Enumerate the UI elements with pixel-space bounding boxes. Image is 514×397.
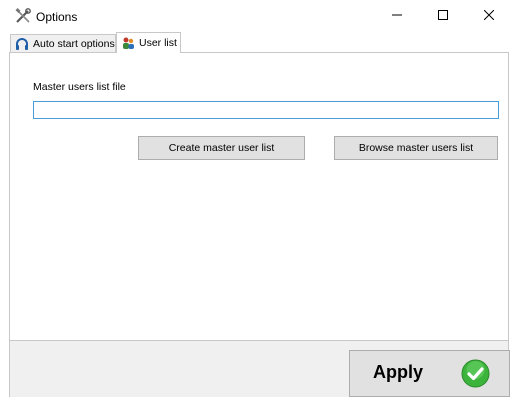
minimize-icon <box>392 7 402 25</box>
tab-label: Auto start options <box>33 37 115 50</box>
apply-label: Apply <box>373 362 424 382</box>
maximize-button[interactable] <box>420 0 466 32</box>
minimize-button[interactable] <box>374 0 420 32</box>
tab-user-list[interactable]: User list <box>116 32 181 53</box>
options-window: Options Auto start options User list Mas… <box>0 0 514 397</box>
maximize-icon <box>438 7 448 25</box>
tools-icon <box>15 8 31 24</box>
tab-label: User list <box>139 37 177 49</box>
close-icon <box>483 7 495 25</box>
users-icon <box>121 36 135 50</box>
master-file-input[interactable] <box>33 101 499 119</box>
tab-auto-start-options[interactable]: Auto start options <box>10 34 116 52</box>
browse-master-list-button[interactable]: Browse master users list <box>334 136 498 160</box>
master-file-label: Master users list file <box>33 81 126 93</box>
tab-strip: Auto start options User list <box>0 32 514 53</box>
create-master-list-button[interactable]: Create master user list <box>138 136 305 160</box>
title-bar[interactable]: Options <box>0 0 514 32</box>
close-button[interactable] <box>466 0 512 32</box>
user-list-panel <box>9 52 509 341</box>
apply-button[interactable]: Apply <box>349 350 510 397</box>
window-title: Options <box>36 10 78 24</box>
headset-icon <box>15 37 29 51</box>
check-circle-icon <box>461 359 490 388</box>
